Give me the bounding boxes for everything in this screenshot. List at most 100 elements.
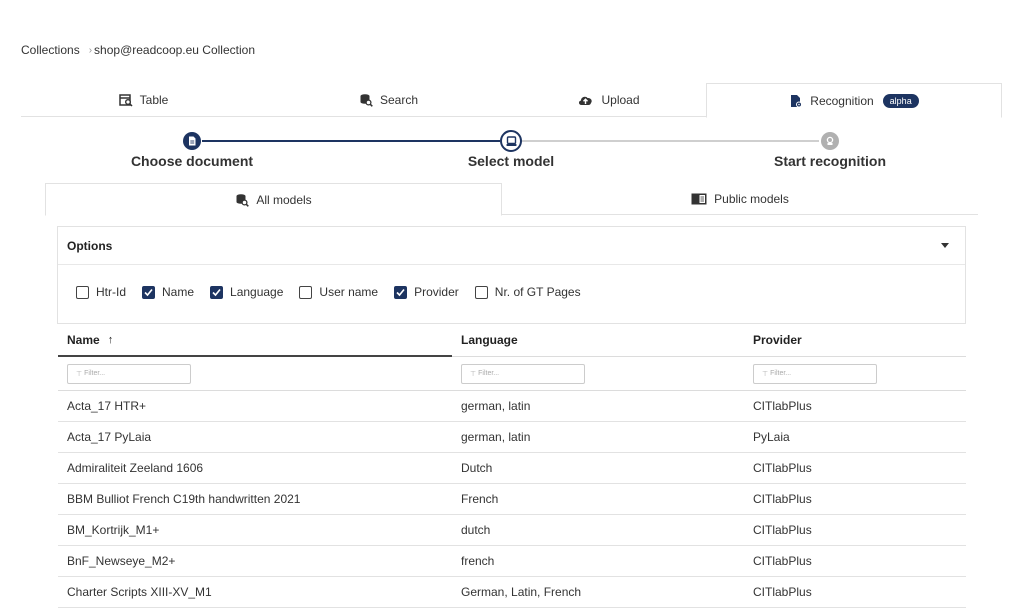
- cell-provider: CITlabPlus: [753, 461, 812, 475]
- checkbox-label: User name: [319, 285, 379, 299]
- tab-all-models[interactable]: All models: [45, 183, 502, 216]
- filter-input-language[interactable]: ⊤ Filter...: [461, 363, 585, 384]
- tab-recognition[interactable]: Recognition alpha: [706, 83, 1002, 118]
- cell-provider: CITlabPlus: [753, 523, 812, 537]
- tab-table[interactable]: Table: [21, 83, 266, 116]
- step-2-circle[interactable]: [500, 130, 522, 152]
- cell-provider: CITlabPlus: [753, 492, 812, 506]
- checkmark-icon: [396, 288, 405, 296]
- document-settings-icon: [791, 94, 803, 107]
- cell-language: german, latin: [461, 399, 531, 413]
- cell-name: Acta_17 HTR+: [67, 399, 147, 413]
- tab-recognition-label: Recognition: [810, 93, 874, 108]
- checkbox-provider[interactable]: Provider: [394, 285, 459, 299]
- breadcrumb-collections-link[interactable]: Collections: [21, 43, 80, 57]
- step-3-label: Start recognition: [773, 153, 886, 169]
- checkbox-box-checked[interactable]: [210, 285, 224, 299]
- column-header-name[interactable]: Name ↑: [67, 324, 113, 356]
- sort-ascending-icon[interactable]: ↑: [108, 334, 114, 346]
- filter-input-name[interactable]: ⊤ Filter...: [67, 363, 191, 384]
- tab-search-label: Search: [379, 92, 419, 107]
- checkmark-icon: [212, 288, 221, 296]
- model-icon: [506, 135, 516, 146]
- filter-input-provider[interactable]: ⊤ Filter...: [753, 363, 877, 384]
- cell-name: Admiraliteit Zeeland 1606: [67, 461, 204, 475]
- alpha-badge: alpha: [882, 93, 919, 108]
- stepper-pending-line: [521, 140, 819, 142]
- options-title: Options: [67, 238, 113, 253]
- cell-language: Dutch: [461, 461, 493, 475]
- database-search-icon: [360, 93, 373, 107]
- cell-name: BM_Kortrijk_M1+: [67, 523, 160, 537]
- cell-provider: CITlabPlus: [753, 585, 812, 599]
- filter-placeholder: Filter...: [478, 370, 500, 377]
- checkbox-label: Nr. of GT Pages: [494, 285, 581, 299]
- breadcrumb: Collections › shop@readcoop.eu Collectio…: [21, 43, 255, 57]
- stepper-progress-line: [202, 140, 500, 142]
- tab-search[interactable]: Search: [266, 83, 511, 116]
- table-row[interactable]: BBM Bulliot French C19th handwritten 202…: [58, 484, 966, 515]
- cell-provider: PyLaia: [753, 430, 790, 444]
- checkbox-box[interactable]: [299, 285, 313, 299]
- options-panel: Options Htr-Id Name Language User name P…: [57, 226, 966, 324]
- checkbox-name[interactable]: Name: [142, 285, 194, 299]
- tab-public-models[interactable]: Public models: [502, 183, 978, 214]
- table-row[interactable]: Acta_17 HTR+ german, latin CITlabPlus: [58, 391, 966, 422]
- column-header-provider[interactable]: Provider: [753, 324, 802, 356]
- checkbox-box[interactable]: [474, 285, 488, 299]
- breadcrumb-separator-icon: ›: [88, 44, 93, 56]
- checkbox-user-name[interactable]: User name: [299, 285, 378, 299]
- tab-all-models-label: All models: [256, 192, 312, 207]
- cell-language: german, latin: [461, 430, 531, 444]
- step-1-circle[interactable]: [183, 132, 201, 150]
- cell-language: German, Latin, French: [461, 585, 582, 599]
- filter-cell: ⊤ Filter...: [67, 357, 191, 390]
- table-search-icon: [118, 93, 133, 107]
- cell-language: french: [461, 554, 495, 568]
- checkbox-language[interactable]: Language: [210, 285, 283, 299]
- checkmark-icon: [144, 288, 153, 296]
- table-row[interactable]: Acta_17 PyLaia german, latin PyLaia: [58, 422, 966, 453]
- filter-icon: ⊤: [76, 370, 83, 378]
- step-2-label: Select model: [467, 153, 555, 169]
- cell-provider: CITlabPlus: [753, 399, 812, 413]
- column-header-label: Name: [67, 333, 100, 347]
- step-3-circle[interactable]: [821, 132, 839, 150]
- cell-language: dutch: [461, 523, 491, 537]
- cell-name: BBM Bulliot French C19th handwritten 202…: [67, 492, 301, 506]
- book-icon: [691, 193, 707, 204]
- caret-down-icon[interactable]: [941, 243, 949, 248]
- checkbox-htr-id[interactable]: Htr-Id: [76, 285, 126, 299]
- filter-cell: ⊤ Filter...: [753, 357, 877, 390]
- table-row[interactable]: Admiraliteit Zeeland 1606 Dutch CITlabPl…: [58, 453, 966, 484]
- options-header[interactable]: Options: [58, 227, 965, 265]
- tab-upload-label: Upload: [601, 92, 640, 107]
- checkbox-label: Provider: [414, 285, 459, 299]
- filter-icon: ⊤: [762, 370, 769, 378]
- filter-placeholder: Filter...: [84, 370, 106, 377]
- cell-name: Acta_17 PyLaia: [67, 430, 152, 444]
- filter-placeholder: Filter...: [770, 370, 792, 377]
- table-row[interactable]: BM_Kortrijk_M1+ dutch CITlabPlus: [58, 515, 966, 546]
- column-header-language[interactable]: Language: [461, 324, 518, 356]
- cloud-upload-icon: [579, 96, 593, 105]
- table-row[interactable]: Charter Scripts XIII-XV_M1 German, Latin…: [58, 577, 966, 608]
- tab-table-label: Table: [139, 92, 169, 107]
- step-1-label: Choose document: [130, 153, 254, 169]
- checkbox-box[interactable]: [76, 285, 89, 299]
- cell-language: French: [461, 492, 499, 506]
- checkbox-label: Htr-Id: [96, 285, 126, 299]
- filter-icon: ⊤: [470, 370, 477, 378]
- table-row[interactable]: BnF_Newseye_M2+ french CITlabPlus: [58, 546, 966, 577]
- breadcrumb-current: shop@readcoop.eu Collection: [94, 43, 255, 57]
- checkbox-nr-of-gt-pages[interactable]: Nr. of GT Pages: [474, 285, 581, 299]
- checkbox-box-checked[interactable]: [142, 285, 155, 299]
- tab-upload[interactable]: Upload: [511, 83, 706, 116]
- recognition-icon: [826, 136, 834, 145]
- column-checkboxes: Htr-Id Name Language User name Provider: [58, 265, 965, 319]
- model-tab-bar: All models Public models: [45, 183, 978, 216]
- checkbox-box-checked[interactable]: [394, 285, 408, 299]
- checkbox-label: Language: [230, 285, 284, 299]
- document-icon: [189, 136, 196, 146]
- database-search-icon: [236, 193, 250, 207]
